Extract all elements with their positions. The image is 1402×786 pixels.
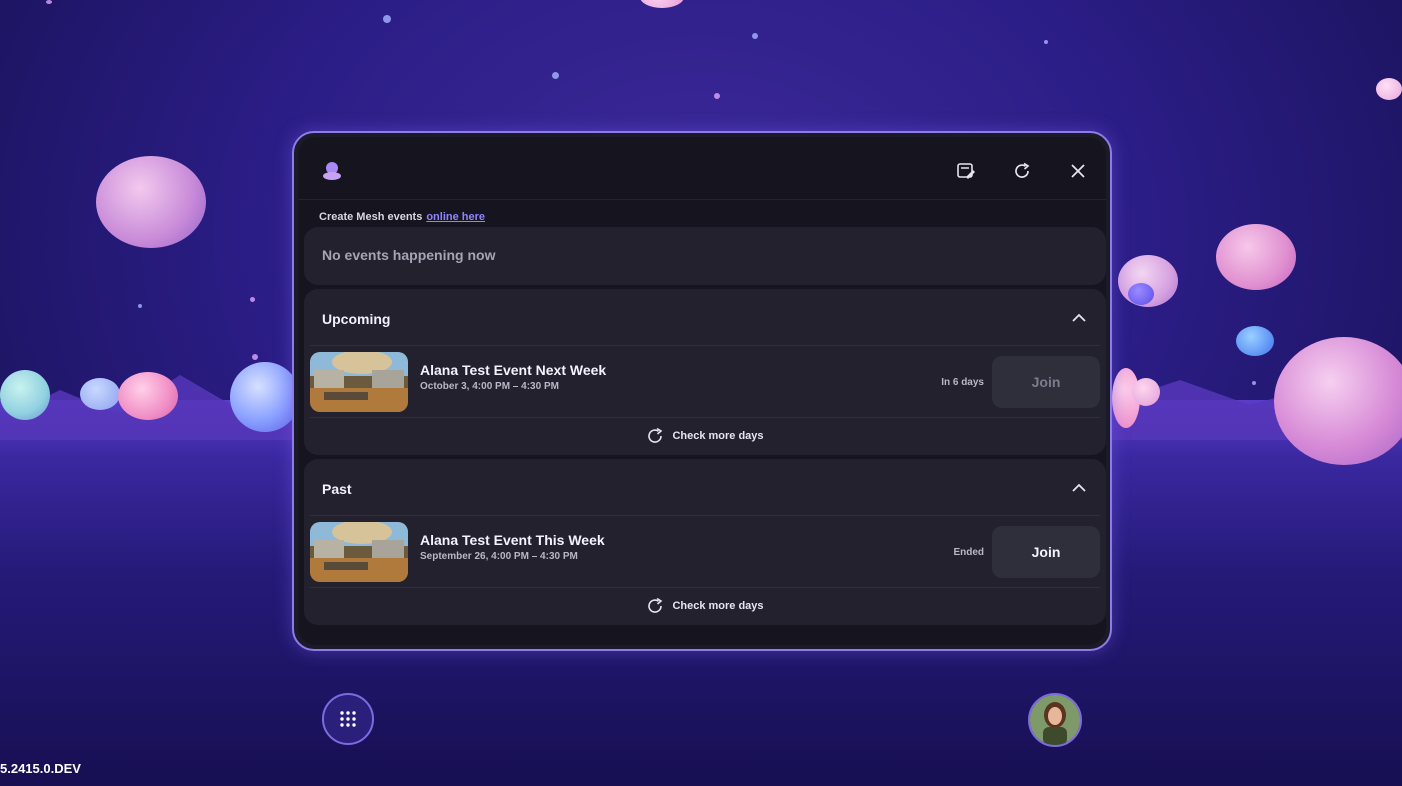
no-events-card: No events happening now xyxy=(304,227,1106,285)
refresh-icon xyxy=(648,427,663,443)
bubble xyxy=(80,378,120,410)
avatar-button[interactable] xyxy=(1028,693,1082,747)
bubble xyxy=(1216,224,1296,290)
star xyxy=(752,33,758,39)
refresh-icon xyxy=(1015,162,1030,178)
edit-note-icon xyxy=(957,163,975,179)
upcoming-title: Upcoming xyxy=(322,311,391,327)
check-more-days-label: Check more days xyxy=(672,430,764,442)
divider xyxy=(310,345,1100,346)
star xyxy=(46,0,52,4)
edit-button[interactable] xyxy=(952,157,980,185)
bubble xyxy=(230,362,300,432)
refresh-icon xyxy=(648,597,663,613)
chevron-up-icon[interactable] xyxy=(1070,479,1088,497)
star xyxy=(714,93,720,99)
bubble xyxy=(1128,283,1154,305)
bubble xyxy=(1132,378,1160,406)
upcoming-section: Upcoming Alana Test Event Next Week Octo… xyxy=(304,289,1106,455)
event-title: Alana Test Event This Week xyxy=(420,532,605,548)
event-status: In 6 days xyxy=(941,377,984,388)
bubble xyxy=(1376,78,1402,100)
no-events-text: No events happening now xyxy=(322,247,496,263)
online-here-link[interactable]: online here xyxy=(426,211,485,223)
event-status: Ended xyxy=(953,547,984,558)
bubble xyxy=(640,0,684,8)
avatar xyxy=(1030,695,1080,745)
panel-header xyxy=(298,137,1106,200)
join-button[interactable]: Join xyxy=(992,526,1100,578)
divider xyxy=(310,417,1100,418)
events-panel-body: Create Mesh events online here No events … xyxy=(298,137,1106,645)
bubble xyxy=(118,372,178,420)
close-icon xyxy=(1071,164,1085,178)
check-more-days-label: Check more days xyxy=(672,600,764,612)
event-date: October 3, 4:00 PM – 4:30 PM xyxy=(420,381,559,392)
star xyxy=(250,297,255,302)
star xyxy=(552,72,559,79)
bubble xyxy=(0,370,50,420)
event-date: September 26, 4:00 PM – 4:30 PM xyxy=(420,551,578,562)
star xyxy=(383,15,391,23)
star xyxy=(1252,381,1256,385)
mesh-logo-icon xyxy=(323,162,341,180)
divider xyxy=(310,515,1100,516)
apps-grid-icon xyxy=(340,711,356,727)
bubble xyxy=(96,156,206,248)
past-title: Past xyxy=(322,481,352,497)
event-title: Alana Test Event Next Week xyxy=(420,362,607,378)
close-button[interactable] xyxy=(1064,157,1092,185)
bubble xyxy=(1274,337,1402,465)
star xyxy=(138,304,142,308)
event-row[interactable]: Alana Test Event Next Week October 3, 4:… xyxy=(310,347,1100,417)
star xyxy=(252,354,258,360)
event-row[interactable]: Alana Test Event This Week September 26,… xyxy=(310,517,1100,587)
divider xyxy=(310,587,1100,588)
event-thumbnail xyxy=(310,522,408,582)
refresh-button[interactable] xyxy=(1008,157,1036,185)
version-label: 5.2415.0.DEV xyxy=(0,761,81,776)
event-thumbnail xyxy=(310,352,408,412)
star xyxy=(1044,40,1048,44)
bubble xyxy=(1236,326,1274,356)
chevron-up-icon[interactable] xyxy=(1070,309,1088,327)
check-more-days-button[interactable]: Check more days xyxy=(304,425,1106,447)
apps-menu-button[interactable] xyxy=(322,693,374,745)
join-button[interactable]: Join xyxy=(992,356,1100,408)
check-more-days-button[interactable]: Check more days xyxy=(304,595,1106,617)
events-panel: Create Mesh events online here No events … xyxy=(292,131,1112,651)
create-events-line: Create Mesh events online here xyxy=(319,211,485,223)
past-section: Past Alana Test Event This Week Septembe… xyxy=(304,459,1106,625)
create-events-text: Create Mesh events xyxy=(319,211,423,223)
